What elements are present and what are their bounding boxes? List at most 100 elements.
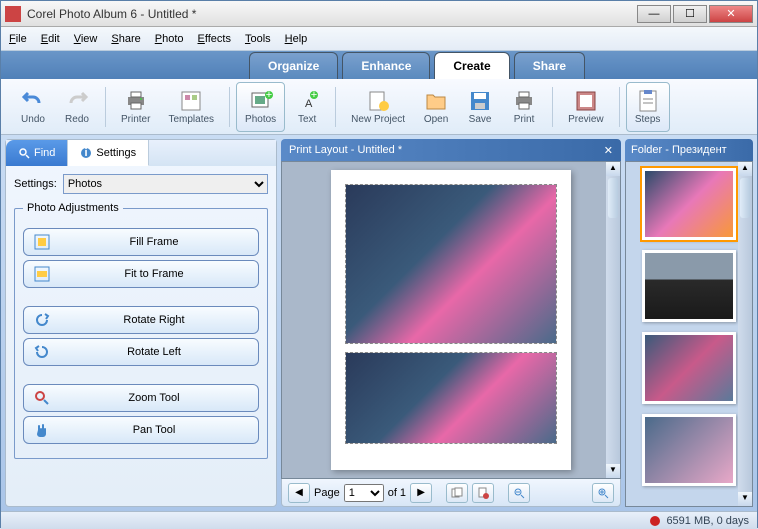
minimize-button[interactable]: —	[637, 5, 671, 23]
fill-frame-button[interactable]: Fill Frame	[23, 228, 259, 256]
redo-icon	[65, 89, 89, 113]
steps-icon	[636, 89, 660, 113]
print-button[interactable]: Print	[502, 82, 546, 132]
folder-header: Folder - Президент	[625, 139, 753, 161]
open-button[interactable]: Open	[414, 82, 458, 132]
save-icon	[468, 89, 492, 113]
menu-file[interactable]: File	[9, 33, 27, 45]
photos-button[interactable]: + Photos	[236, 82, 285, 132]
statusbar: 6591 MB, 0 days	[1, 511, 757, 529]
page-next-button[interactable]: ▶	[410, 483, 432, 503]
settings-dropdown[interactable]: Photos	[63, 174, 268, 194]
menu-help[interactable]: Help	[285, 33, 308, 45]
delete-page-icon	[477, 487, 489, 499]
printer-button[interactable]: Printer	[112, 82, 159, 132]
fill-frame-icon	[34, 234, 50, 250]
svg-text:i: i	[85, 147, 88, 159]
save-button[interactable]: Save	[458, 82, 502, 132]
rotate-left-icon	[34, 344, 50, 360]
page-of-label: of 1	[388, 487, 406, 499]
window-title: Corel Photo Album 6 - Untitled *	[27, 7, 637, 21]
pan-tool-button[interactable]: Pan Tool	[23, 416, 259, 444]
titlebar: Corel Photo Album 6 - Untitled * — ☐ ✕	[1, 1, 757, 27]
workarea: Find i Settings Settings: Photos Photo A…	[1, 135, 757, 511]
duplicate-icon	[451, 487, 463, 499]
menu-photo[interactable]: Photo	[155, 33, 184, 45]
scroll-up-icon[interactable]: ▲	[606, 162, 620, 176]
page-select[interactable]: 1	[344, 484, 384, 502]
new-project-icon	[366, 89, 390, 113]
photo-slot-1[interactable]	[345, 184, 557, 344]
menubar: File Edit View Share Photo Effects Tools…	[1, 27, 757, 51]
left-panel: Find i Settings Settings: Photos Photo A…	[5, 139, 277, 507]
app-icon	[5, 6, 21, 22]
canvas-area: Print Layout - Untitled * ✕ ▲ ▼ ◀ Page 1…	[281, 139, 621, 507]
menu-edit[interactable]: Edit	[41, 33, 60, 45]
right-panel: Folder - Президент ▲ ▼	[625, 139, 753, 507]
rotate-right-button[interactable]: Rotate Right	[23, 306, 259, 334]
page-delete-button[interactable]	[472, 483, 494, 503]
thumbnail-list: ▲ ▼	[625, 161, 753, 507]
steps-button[interactable]: Steps	[626, 82, 670, 132]
canvas-body[interactable]: ▲ ▼	[281, 161, 621, 479]
settings-tab[interactable]: i Settings	[68, 140, 149, 166]
fit-frame-icon	[34, 266, 50, 282]
text-button[interactable]: A+ Text	[285, 82, 329, 132]
zoom-in-button[interactable]	[592, 483, 614, 503]
rotate-left-button[interactable]: Rotate Left	[23, 338, 259, 366]
new-project-button[interactable]: New Project	[342, 82, 414, 132]
menu-tools[interactable]: Tools	[245, 33, 271, 45]
canvas-footer: ◀ Page 1 of 1 ▶	[281, 479, 621, 507]
page-duplicate-button[interactable]	[446, 483, 468, 503]
print-icon	[512, 89, 536, 113]
zoom-out-icon	[513, 487, 525, 499]
page-label: Page	[314, 487, 340, 499]
zoom-out-button[interactable]	[508, 483, 530, 503]
search-icon	[18, 147, 30, 159]
tab-organize[interactable]: Organize	[249, 52, 338, 79]
scroll-down-icon[interactable]: ▼	[738, 492, 752, 506]
templates-icon	[179, 89, 203, 113]
tab-create[interactable]: Create	[434, 52, 509, 79]
close-button[interactable]: ✕	[709, 5, 753, 23]
scroll-up-icon[interactable]: ▲	[738, 162, 752, 176]
canvas-close-button[interactable]: ✕	[604, 144, 613, 157]
scroll-thumb[interactable]	[608, 178, 618, 218]
layout-page[interactable]	[331, 170, 571, 470]
scroll-thumb[interactable]	[740, 178, 750, 218]
undo-icon	[21, 89, 45, 113]
page-prev-button[interactable]: ◀	[288, 483, 310, 503]
printer-icon	[124, 89, 148, 113]
text-icon: A+	[295, 89, 319, 113]
photo-adjustments-group: Photo Adjustments Fill Frame Fit to Fram…	[14, 202, 268, 459]
undo-button[interactable]: Undo	[11, 82, 55, 132]
preview-icon	[574, 89, 598, 113]
thumbnail-item[interactable]	[642, 332, 736, 404]
zoom-icon	[34, 390, 50, 406]
fit-to-frame-button[interactable]: Fit to Frame	[23, 260, 259, 288]
settings-label: Settings:	[14, 178, 57, 190]
thumb-scrollbar[interactable]: ▲ ▼	[738, 162, 752, 506]
maximize-button[interactable]: ☐	[673, 5, 707, 23]
zoom-tool-button[interactable]: Zoom Tool	[23, 384, 259, 412]
thumbnail-item[interactable]	[642, 168, 736, 240]
tab-enhance[interactable]: Enhance	[342, 52, 430, 79]
scroll-down-icon[interactable]: ▼	[606, 464, 620, 478]
redo-button[interactable]: Redo	[55, 82, 99, 132]
thumbnail-item[interactable]	[642, 250, 736, 322]
menu-effects[interactable]: Effects	[198, 33, 231, 45]
tab-share[interactable]: Share	[514, 52, 585, 79]
vertical-scrollbar[interactable]: ▲ ▼	[606, 162, 620, 478]
menu-share[interactable]: Share	[111, 33, 140, 45]
main-tabbar: Organize Enhance Create Share	[1, 51, 757, 79]
preview-button[interactable]: Preview	[559, 82, 613, 132]
status-dot-icon	[650, 516, 660, 526]
info-icon: i	[80, 147, 92, 159]
photo-slot-2[interactable]	[345, 352, 557, 444]
rotate-right-icon	[34, 312, 50, 328]
find-tab[interactable]: Find	[6, 140, 68, 166]
menu-view[interactable]: View	[74, 33, 98, 45]
thumbnail-item[interactable]	[642, 414, 736, 486]
templates-button[interactable]: Templates	[159, 82, 223, 132]
photos-icon: +	[249, 89, 273, 113]
